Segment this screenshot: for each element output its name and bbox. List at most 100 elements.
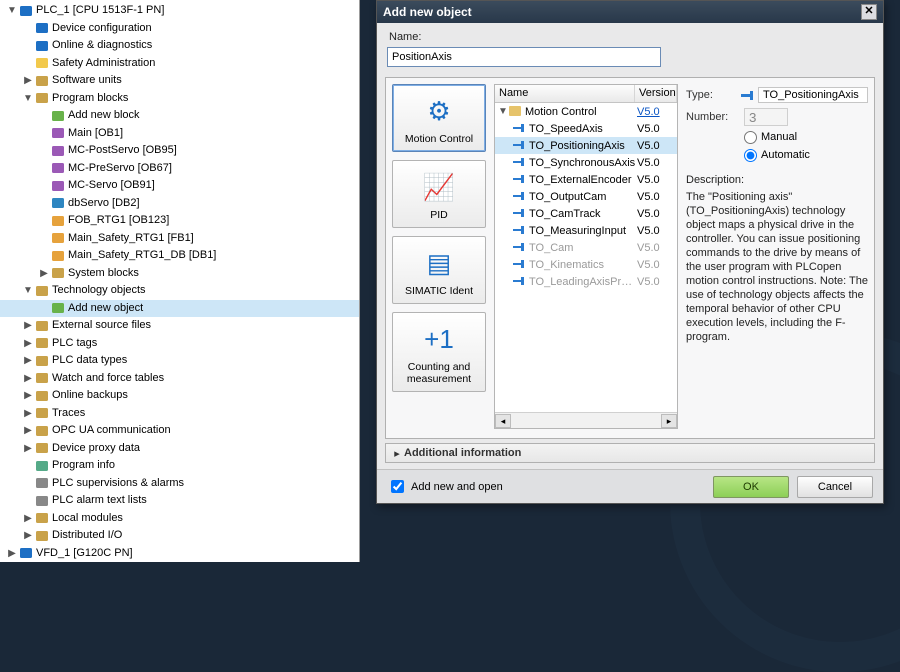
tree-node[interactable]: ▶Device proxy data <box>0 440 359 458</box>
category-count[interactable]: +1Counting and measurement <box>392 312 486 392</box>
category-motion[interactable]: ⚙Motion Control <box>392 84 486 152</box>
list-row[interactable]: TO_MeasuringInputV5.0 <box>495 222 677 239</box>
expand-icon[interactable]: ▶ <box>22 352 34 370</box>
expand-icon[interactable]: ▶ <box>38 265 50 283</box>
tree-node[interactable]: ▶Safety Administration <box>0 55 359 73</box>
number-label: Number: <box>686 111 744 123</box>
tree-node[interactable]: ▼PLC_1 [CPU 1513F-1 PN] <box>0 2 359 20</box>
tree-node[interactable]: ▶Program info <box>0 457 359 475</box>
sup-icon <box>34 476 49 490</box>
fldr-icon <box>34 406 49 420</box>
manual-radio[interactable]: Manual <box>744 128 868 146</box>
tree-node-label: dbServo [DB2] <box>68 195 140 213</box>
expand-icon[interactable]: ▶ <box>22 440 34 458</box>
col-version[interactable]: Version <box>635 85 677 102</box>
expand-icon[interactable]: ▼ <box>22 282 34 300</box>
tree-node-label: Technology objects <box>52 282 146 300</box>
expand-icon[interactable]: ▼ <box>22 90 34 108</box>
expand-icon[interactable]: ▶ <box>22 335 34 353</box>
expand-icon[interactable]: ▶ <box>22 387 34 405</box>
list-row[interactable]: TO_PositioningAxisV5.0 <box>495 137 677 154</box>
expand-icon[interactable]: ▶ <box>6 545 18 563</box>
fldr-icon <box>34 389 49 403</box>
cancel-button[interactable]: Cancel <box>797 476 873 498</box>
list-row[interactable]: TO_SpeedAxisV5.0 <box>495 120 677 137</box>
tree-node[interactable]: ▶dbServo [DB2] <box>0 195 359 213</box>
ob-icon <box>50 126 65 140</box>
close-icon[interactable]: ✕ <box>861 4 877 20</box>
tree-node[interactable]: ▶Add new object <box>0 300 359 318</box>
tree-node[interactable]: ▼Program blocks <box>0 90 359 108</box>
tree-node[interactable]: ▶PLC data types <box>0 352 359 370</box>
version-link[interactable]: V5.0 <box>637 106 660 118</box>
automatic-radio-label: Automatic <box>761 149 810 161</box>
tree-node[interactable]: ▶Add new block <box>0 107 359 125</box>
expand-icon[interactable]: ▼ <box>6 2 18 20</box>
tree-node[interactable]: ▶Local modules <box>0 510 359 528</box>
tree-node[interactable]: ▶MC-Servo [OB91] <box>0 177 359 195</box>
tree-node[interactable]: ▶Online backups <box>0 387 359 405</box>
ok-button[interactable]: OK <box>713 476 789 498</box>
tree-node[interactable]: ▶PLC alarm text lists <box>0 492 359 510</box>
expand-icon[interactable]: ▶ <box>22 317 34 335</box>
fob-icon <box>50 214 65 228</box>
automatic-radio[interactable]: Automatic <box>744 146 868 164</box>
add-new-and-open-checkbox[interactable]: Add new and open <box>387 477 503 496</box>
tree-node[interactable]: ▶Main [OB1] <box>0 125 359 143</box>
category-ident[interactable]: ▤SIMATIC Ident <box>392 236 486 304</box>
list-row[interactable]: TO_CamTrackV5.0 <box>495 205 677 222</box>
horizontal-scrollbar[interactable]: ◂ ▸ <box>495 412 677 428</box>
category-label: Counting and measurement <box>395 361 483 385</box>
tree-node[interactable]: ▶VFD_1 [G120C PN] <box>0 545 359 563</box>
tree-node-label: Add new block <box>68 107 140 125</box>
tree-node[interactable]: ▶ Traces <box>0 405 359 423</box>
description-text: The "Positioning axis" (TO_PositioningAx… <box>686 190 868 344</box>
tree-node[interactable]: ▶MC-PostServo [OB95] <box>0 142 359 160</box>
tree-node[interactable]: ▶MC-PreServo [OB67] <box>0 160 359 178</box>
row-name: TO_PositioningAxis <box>529 140 637 152</box>
fldr-icon <box>34 529 49 543</box>
scroll-left-icon[interactable]: ◂ <box>495 414 511 428</box>
manual-radio-label: Manual <box>761 131 797 143</box>
fldr-icon <box>34 74 49 88</box>
list-row[interactable]: TO_CamV5.0 <box>495 239 677 256</box>
tree-node[interactable]: ▶Software units <box>0 72 359 90</box>
tree-node[interactable]: ▼ Technology objects <box>0 282 359 300</box>
expand-icon[interactable]: ▶ <box>22 72 34 90</box>
col-name[interactable]: Name <box>495 85 635 102</box>
plc-icon <box>18 4 33 18</box>
list-row[interactable]: TO_KinematicsV5.0 <box>495 256 677 273</box>
tree-node[interactable]: ▶Online & diagnostics <box>0 37 359 55</box>
tree-node[interactable]: ▶OPC UA communication <box>0 422 359 440</box>
tree-node[interactable]: ▶System blocks <box>0 265 359 283</box>
list-group-row[interactable]: ▼Motion ControlV5.0 <box>495 103 677 120</box>
expand-icon[interactable]: ▶ <box>22 422 34 440</box>
scroll-right-icon[interactable]: ▸ <box>661 414 677 428</box>
tree-node[interactable]: ▶Distributed I/O <box>0 527 359 545</box>
tree-node[interactable]: ▶Main_Safety_RTG1_DB [DB1] <box>0 247 359 265</box>
tree-node[interactable]: ▶Watch and force tables <box>0 370 359 388</box>
tree-node[interactable]: ▶Main_Safety_RTG1 [FB1] <box>0 230 359 248</box>
tree-node[interactable]: ▶PLC tags <box>0 335 359 353</box>
tree-node-label: Traces <box>52 405 85 423</box>
category-pid[interactable]: 📈PID <box>392 160 486 228</box>
list-row[interactable]: TO_SynchronousAxisV5.0 <box>495 154 677 171</box>
tree-node[interactable]: ▶PLC supervisions & alarms <box>0 475 359 493</box>
dialog-titlebar[interactable]: Add new object ✕ <box>377 1 883 23</box>
additional-information-expander[interactable]: ▸ Additional information <box>385 443 875 463</box>
list-row[interactable]: TO_ExternalEncoderV5.0 <box>495 171 677 188</box>
tree-node[interactable]: ▶External source files <box>0 317 359 335</box>
object-type-list[interactable]: Name Version ▼Motion ControlV5.0TO_Speed… <box>494 84 678 429</box>
project-tree[interactable]: ▼PLC_1 [CPU 1513F-1 PN]▶Device configura… <box>0 0 360 562</box>
expand-icon[interactable]: ▶ <box>22 405 34 423</box>
name-input[interactable] <box>387 47 661 67</box>
list-row[interactable]: TO_OutputCamV5.0 <box>495 188 677 205</box>
list-row[interactable]: TO_LeadingAxisProxyV5.0 <box>495 273 677 290</box>
tree-node[interactable]: ▶FOB_RTG1 [OB123] <box>0 212 359 230</box>
collapse-icon[interactable]: ▼ <box>497 106 509 117</box>
tree-node[interactable]: ▶Device configuration <box>0 20 359 38</box>
expand-icon[interactable]: ▶ <box>22 370 34 388</box>
expand-icon[interactable]: ▶ <box>22 510 34 528</box>
expand-icon[interactable]: ▶ <box>22 527 34 545</box>
row-name: TO_Kinematics <box>529 259 637 271</box>
